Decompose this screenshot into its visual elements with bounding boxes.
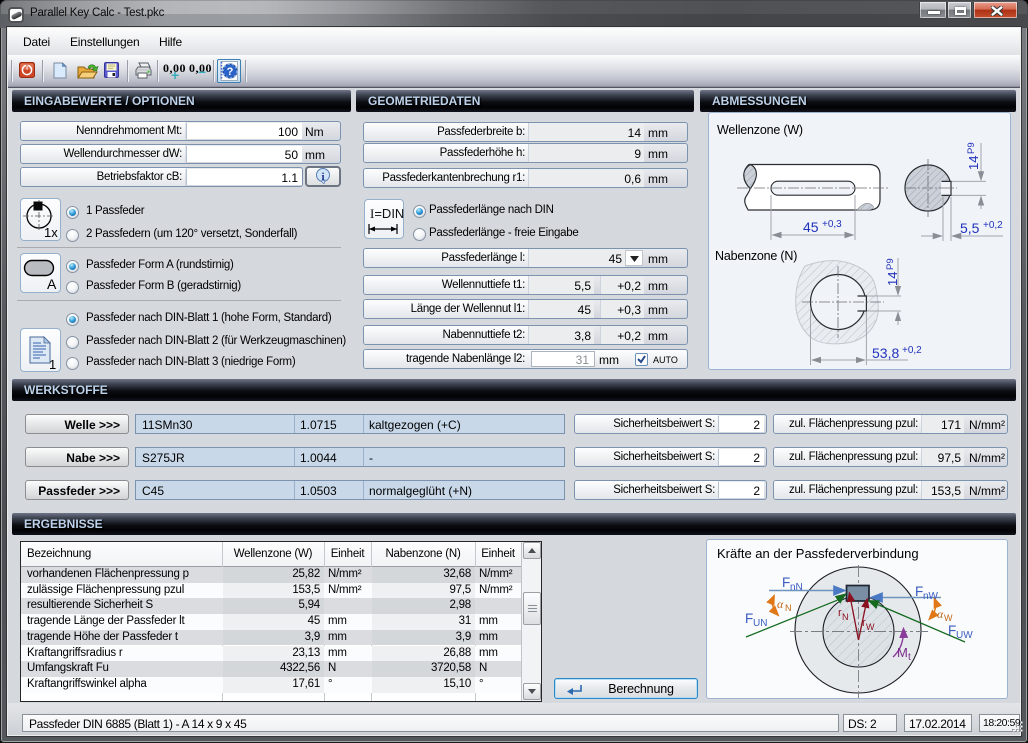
svg-text:P9: P9: [885, 258, 896, 270]
svg-text:W: W: [944, 613, 953, 623]
svg-text:P9: P9: [966, 142, 977, 154]
svg-text:53,8: 53,8: [872, 345, 899, 361]
svg-text:i: i: [321, 171, 324, 183]
svg-text:?: ?: [227, 66, 234, 78]
svg-text:F: F: [782, 575, 790, 590]
svg-text:UN: UN: [753, 618, 767, 629]
svg-text:+0,2: +0,2: [902, 345, 922, 356]
svg-text:N: N: [785, 603, 792, 613]
svg-text:α: α: [937, 607, 944, 621]
svg-text:14: 14: [885, 272, 900, 286]
svg-text:t: t: [908, 652, 911, 663]
svg-text:N: N: [842, 612, 849, 622]
svg-text:UW: UW: [956, 630, 973, 641]
svg-text:F: F: [915, 584, 923, 599]
svg-text:nN: nN: [790, 582, 803, 593]
svg-text:+0,3: +0,3: [822, 219, 842, 230]
svg-text:W: W: [866, 622, 875, 632]
svg-text:5,5: 5,5: [960, 220, 980, 236]
svg-text:α: α: [777, 597, 784, 611]
svg-text:14: 14: [966, 156, 981, 170]
svg-text:F: F: [948, 623, 956, 638]
svg-text:45: 45: [803, 219, 819, 235]
svg-text:M: M: [897, 645, 908, 660]
svg-text:+0,2: +0,2: [983, 220, 1003, 231]
svg-text:F: F: [745, 611, 753, 626]
svg-text:nW: nW: [923, 591, 939, 602]
